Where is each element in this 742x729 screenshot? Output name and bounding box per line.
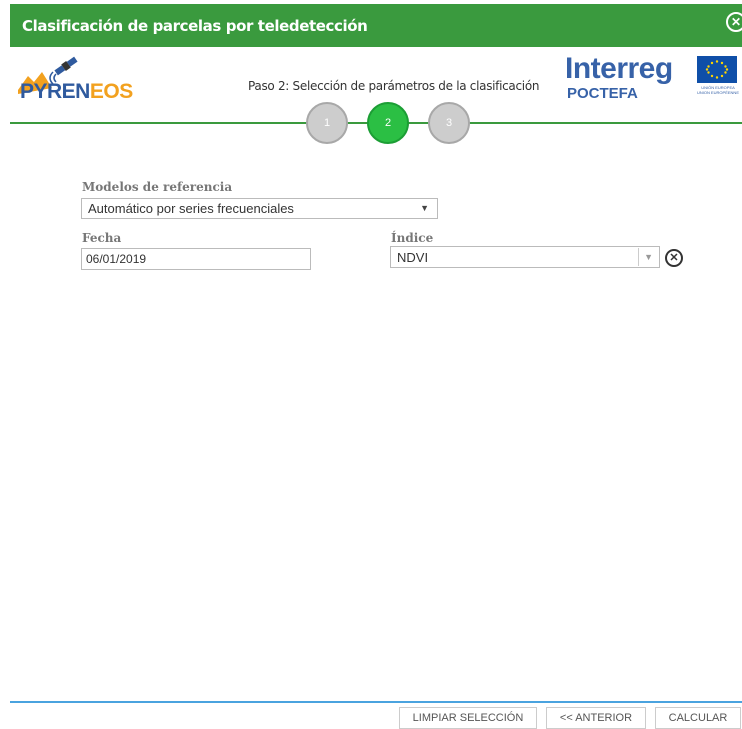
eu-flag-icon (697, 56, 737, 83)
indice-select[interactable]: NDVI ▼ (390, 246, 660, 268)
step-2[interactable]: 2 (367, 102, 409, 144)
window-title: Clasificación de parcelas por teledetecc… (22, 17, 368, 35)
modelos-label: Modelos de referencia (82, 180, 233, 194)
step-title: Paso 2: Selección de parámetros de la cl… (248, 79, 540, 93)
interreg-subtitle: POCTEFA (567, 85, 638, 102)
close-icon[interactable]: ✕ (726, 12, 742, 32)
step-1[interactable]: 1 (306, 102, 348, 144)
fecha-field[interactable]: 06/01/2019 (81, 248, 311, 270)
indice-label: Índice (391, 231, 434, 245)
step-3[interactable]: 3 (428, 102, 470, 144)
pyreneos-wordmark: PYRENEOS (20, 80, 133, 104)
interreg-logo: Interreg POCTEFA UNIÓN EUROPEA UNION EUR… (565, 52, 740, 104)
dropdown-arrow-icon: ▼ (420, 203, 429, 213)
indice-value: NDVI (397, 250, 429, 265)
fecha-label: Fecha (82, 231, 122, 245)
window-titlebar: Clasificación de parcelas por teledetecc… (10, 4, 742, 47)
eu-caption: UNIÓN EUROPEA UNION EUROPÉENNE (696, 85, 739, 95)
pyreneos-wordmark-part1: PYREN (20, 80, 90, 103)
interreg-wordmark: Interreg (565, 52, 673, 85)
pyreneos-logo: PYRENEOS (18, 54, 133, 106)
pyreneos-wordmark-part2: EOS (89, 80, 133, 103)
clear-icon[interactable]: ✕ (665, 249, 683, 267)
clear-selection-button[interactable]: LIMPIAR SELECCIÓN (399, 707, 537, 729)
footer-divider (10, 701, 742, 703)
previous-button[interactable]: << ANTERIOR (546, 707, 646, 729)
indice-separator (638, 248, 639, 266)
modelos-select[interactable]: Automático por series frecuenciales ▼ (81, 198, 438, 219)
calculate-button[interactable]: CALCULAR (655, 707, 741, 729)
dropdown-arrow-icon: ▼ (644, 252, 653, 262)
modelos-value: Automático por series frecuenciales (88, 201, 294, 216)
